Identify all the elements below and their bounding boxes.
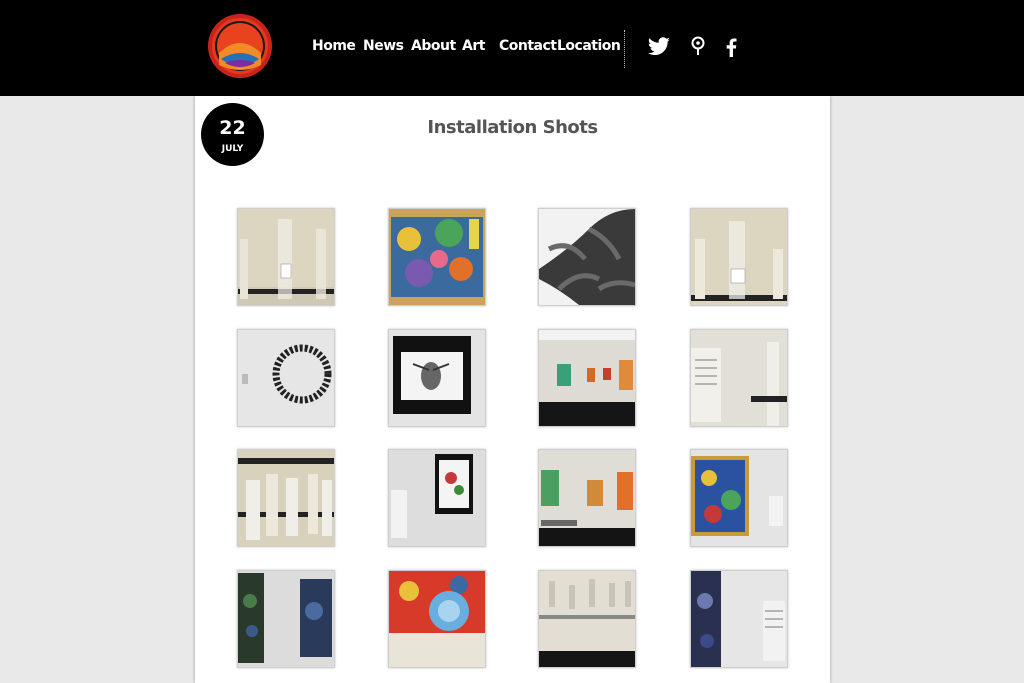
nav-news[interactable]: News: [363, 38, 404, 54]
nav-art[interactable]: Art: [462, 38, 485, 54]
gallery-thumbnail[interactable]: [237, 208, 335, 306]
gallery-thumbnail[interactable]: [388, 208, 486, 306]
map-pin-icon[interactable]: [687, 36, 711, 58]
date-month: JULY: [221, 144, 244, 154]
gallery-thumbnail[interactable]: [690, 329, 788, 427]
gallery-thumbnail[interactable]: [690, 449, 788, 547]
gallery-thumbnail[interactable]: [388, 570, 486, 668]
gallery-thumbnail[interactable]: [237, 449, 335, 547]
gallery-thumbnail[interactable]: [690, 208, 788, 306]
gallery-thumbnail[interactable]: [388, 329, 486, 427]
twitter-icon[interactable]: [647, 36, 671, 58]
gallery-thumbnail[interactable]: [538, 208, 636, 306]
date-badge: 22 JULY: [201, 103, 264, 166]
gallery-thumbnail[interactable]: [388, 449, 486, 547]
nav-about[interactable]: About: [411, 38, 456, 54]
nav-divider: [624, 30, 625, 68]
facebook-icon[interactable]: [720, 36, 744, 58]
gallery-thumbnail[interactable]: [538, 449, 636, 547]
gallery-thumbnail[interactable]: [690, 570, 788, 668]
gallery-thumbnail[interactable]: [538, 329, 636, 427]
nav-location[interactable]: Location: [557, 38, 621, 54]
site-header: Home News About Art Contact Location: [0, 0, 1024, 96]
post-title: Installation Shots: [427, 117, 598, 138]
site-logo[interactable]: [207, 13, 273, 79]
gallery-thumbnail[interactable]: [538, 570, 636, 668]
gallery-thumbnail[interactable]: [237, 570, 335, 668]
nav-contact[interactable]: Contact: [499, 38, 557, 54]
nav-home[interactable]: Home: [312, 38, 356, 54]
gallery-thumbnail[interactable]: [237, 329, 335, 427]
date-day: 22: [219, 117, 246, 139]
